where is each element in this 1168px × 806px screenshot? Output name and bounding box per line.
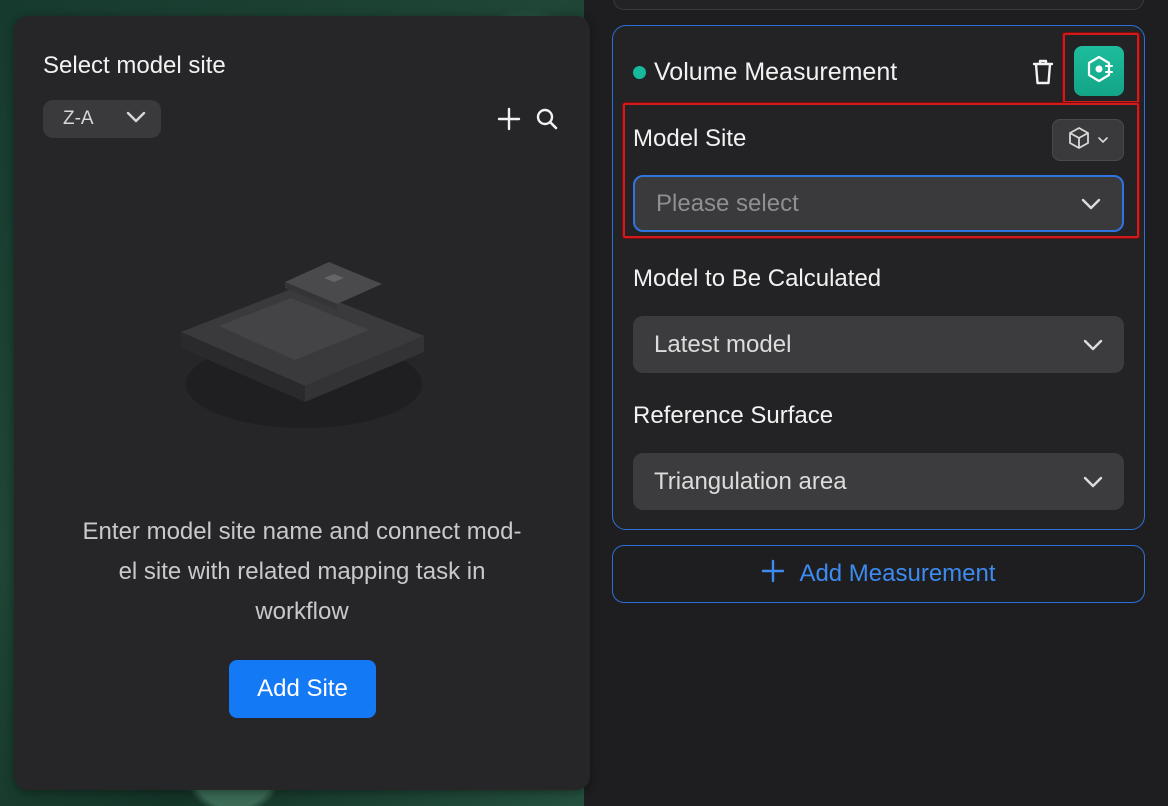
chevron-down-icon: [1082, 468, 1104, 496]
plus-icon[interactable]: [496, 106, 522, 132]
sort-value: Z-A: [63, 108, 94, 129]
chevron-down-icon: [125, 108, 147, 130]
reference-surface-value: Triangulation area: [654, 467, 847, 495]
add-site-button[interactable]: Add Site: [229, 660, 376, 718]
previous-card-edge: [613, 0, 1144, 10]
panel-title: Select model site: [43, 52, 226, 79]
chevron-down-icon: [1082, 331, 1104, 359]
plus-icon: [761, 559, 785, 590]
empty-state-message: Enter model site name and connect mod- e…: [54, 512, 550, 632]
sort-select[interactable]: Z-A: [43, 100, 161, 138]
reference-surface-label: Reference Surface: [633, 402, 834, 429]
reference-surface-select[interactable]: Triangulation area: [633, 453, 1124, 510]
highlight-box: [622, 102, 1140, 239]
empty-message-line: Enter model site name and connect mod-: [82, 518, 522, 545]
model-site-panel: Select model site Z-A Enter model site n…: [14, 16, 590, 790]
model-calc-select[interactable]: Latest model: [633, 316, 1124, 373]
model-calc-label: Model to Be Calculated: [633, 265, 882, 292]
measurement-title: Volume Measurement: [654, 58, 898, 86]
search-icon[interactable]: [534, 106, 560, 132]
add-measurement-label: Add Measurement: [799, 560, 996, 587]
empty-message-line: el site with related mapping task in: [118, 558, 486, 585]
status-dot: [633, 66, 646, 79]
model-calc-value: Latest model: [654, 330, 792, 358]
highlight-box: [1062, 32, 1140, 104]
measurement-header: Volume Measurement: [633, 58, 897, 87]
empty-box-illustration: [179, 246, 429, 456]
add-measurement-button[interactable]: Add Measurement: [612, 545, 1145, 603]
trash-icon[interactable]: [1031, 58, 1059, 88]
empty-message-line: workflow: [255, 598, 349, 625]
